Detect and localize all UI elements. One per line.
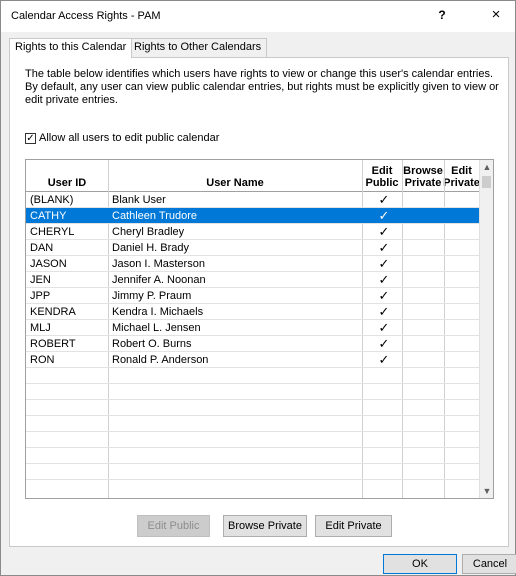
table-row[interactable]: DAN Daniel H. Brady ✓ — [26, 240, 479, 256]
user-id-cell: JEN — [30, 274, 51, 286]
tab-rights-to-other-calendars[interactable]: Rights to Other Calendars — [128, 38, 268, 57]
title-bar: Calendar Access Rights - PAM ? × — [1, 1, 515, 32]
table-row[interactable]: KENDRA Kendra I. Michaels ✓ — [26, 304, 479, 320]
allow-all-label: Allow all users to edit public calendar — [39, 132, 220, 144]
user-id-cell: CHERYL — [30, 226, 75, 238]
table-row[interactable] — [26, 368, 479, 384]
help-button[interactable]: ? — [435, 8, 449, 22]
edit-public-check-icon: ✓ — [378, 224, 390, 239]
edit-private-button[interactable]: Edit Private — [315, 515, 392, 537]
edit-public-check-icon: ✓ — [378, 192, 390, 207]
user-id-cell: MLJ — [30, 322, 51, 334]
table-row[interactable]: (BLANK) Blank User ✓ — [26, 192, 479, 208]
edit-public-check-icon: ✓ — [378, 320, 390, 335]
user-name-cell: Jennifer A. Noonan — [112, 274, 206, 286]
edit-public-check-icon: ✓ — [378, 352, 390, 367]
description-text: The table below identifies which users h… — [25, 68, 499, 106]
table-row[interactable]: JEN Jennifer A. Noonan ✓ — [26, 272, 479, 288]
user-name-cell: Cathleen Trudore — [112, 210, 197, 222]
user-name-cell: Kendra I. Michaels — [112, 306, 204, 318]
user-id-cell: (BLANK) — [30, 194, 74, 206]
user-name-cell: Jimmy P. Praum — [112, 290, 192, 302]
user-id-cell: ROBERT — [30, 338, 76, 350]
table-row[interactable]: MLJ Michael L. Jensen ✓ — [26, 320, 479, 336]
user-id-cell: RON — [30, 354, 55, 366]
column-header-browse-private[interactable]: Browse Private — [402, 160, 444, 192]
table-row[interactable] — [26, 448, 479, 464]
table-scrollbar[interactable]: ▲ ▼ — [479, 160, 493, 498]
table-row[interactable] — [26, 432, 479, 448]
window-title: Calendar Access Rights - PAM — [11, 10, 161, 22]
user-name-cell: Daniel H. Brady — [112, 242, 190, 254]
browse-private-button[interactable]: Browse Private — [223, 515, 307, 537]
column-header-edit-private[interactable]: Edit Private — [443, 160, 480, 192]
table-row[interactable]: JASON Jason I. Masterson ✓ — [26, 256, 479, 272]
user-name-cell: Ronald P. Anderson — [112, 354, 209, 366]
cancel-button[interactable]: Cancel — [462, 554, 516, 574]
table-header: User ID User Name Edit Public Browse Pri… — [26, 160, 480, 192]
table-row[interactable] — [26, 384, 479, 400]
tab-rights-to-this-calendar[interactable]: Rights to this Calendar — [9, 38, 133, 58]
user-name-cell: Cheryl Bradley — [112, 226, 185, 238]
edit-public-check-icon: ✓ — [378, 288, 390, 303]
table-row[interactable] — [26, 464, 479, 480]
scroll-down-icon[interactable]: ▼ — [480, 484, 493, 498]
column-header-user-id[interactable]: User ID — [26, 160, 108, 192]
user-id-cell: JPP — [30, 290, 51, 302]
table-row[interactable]: ROBERT Robert O. Burns ✓ — [26, 336, 479, 352]
user-name-cell: Blank User — [112, 194, 166, 206]
tab-panel: The table below identifies which users h… — [9, 57, 509, 547]
scrollbar-thumb[interactable] — [482, 176, 491, 188]
table-row[interactable]: CHERYL Cheryl Bradley ✓ — [26, 224, 479, 240]
scroll-up-icon[interactable]: ▲ — [480, 160, 493, 174]
table-row[interactable]: JPP Jimmy P. Praum ✓ — [26, 288, 479, 304]
column-header-edit-public[interactable]: Edit Public — [362, 160, 402, 192]
close-button[interactable]: × — [487, 6, 505, 23]
table-row[interactable] — [26, 400, 479, 416]
user-id-cell: DAN — [30, 242, 54, 254]
user-id-cell: CATHY — [30, 210, 67, 222]
table-row[interactable]: RON Ronald P. Anderson ✓ — [26, 352, 479, 368]
allow-all-checkbox[interactable]: ✓ — [25, 133, 36, 144]
user-id-cell: JASON — [30, 258, 67, 270]
edit-public-check-icon: ✓ — [378, 272, 390, 287]
edit-public-check-icon: ✓ — [378, 336, 390, 351]
table-row[interactable] — [26, 416, 479, 432]
column-header-user-name[interactable]: User Name — [108, 160, 362, 192]
edit-public-button[interactable]: Edit Public — [137, 515, 210, 537]
edit-public-check-icon: ✓ — [378, 304, 390, 319]
user-name-cell: Michael L. Jensen — [112, 322, 201, 334]
user-rights-table: User ID User Name Edit Public Browse Pri… — [25, 159, 494, 499]
ok-button[interactable]: OK — [383, 554, 457, 574]
calendar-access-dialog: Calendar Access Rights - PAM ? × Rights … — [0, 0, 516, 576]
user-name-cell: Jason I. Masterson — [112, 258, 205, 270]
edit-public-check-icon: ✓ — [378, 208, 390, 223]
user-id-cell: KENDRA — [30, 306, 76, 318]
table-row[interactable]: CATHY Cathleen Trudore ✓ — [26, 208, 479, 224]
edit-public-check-icon: ✓ — [378, 240, 390, 255]
edit-public-check-icon: ✓ — [378, 256, 390, 271]
user-name-cell: Robert O. Burns — [112, 338, 192, 350]
